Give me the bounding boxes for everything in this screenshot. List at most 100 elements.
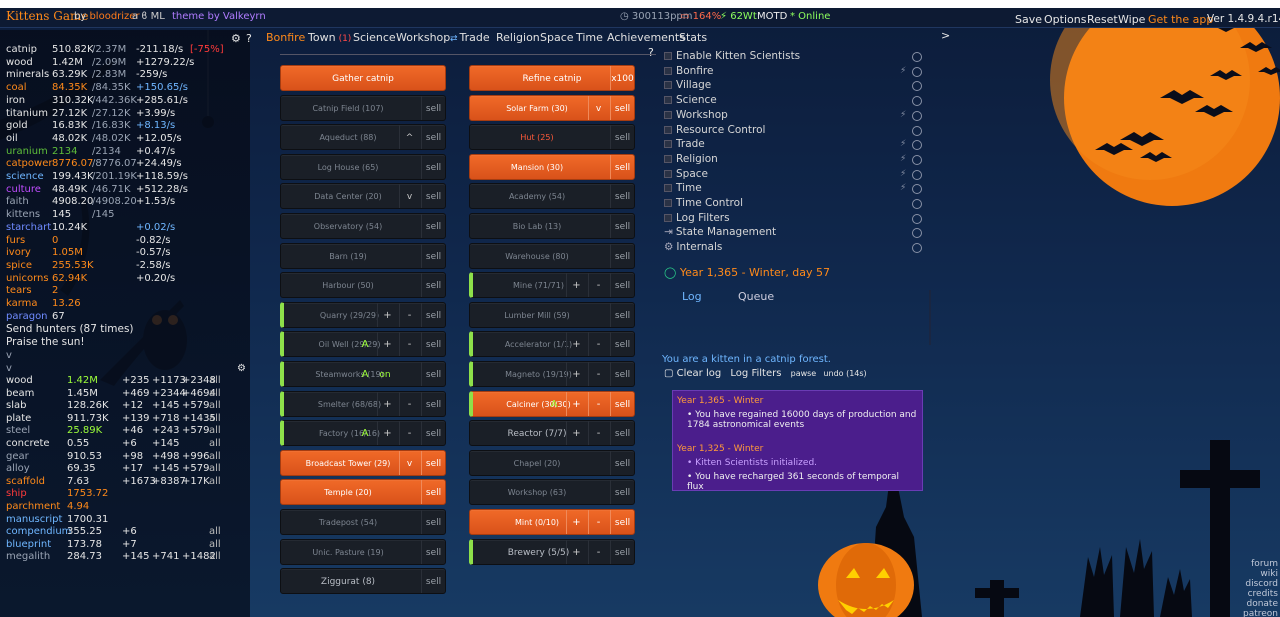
decrease-button[interactable]: - [588,332,608,357]
bolt-icon[interactable]: ⚡ [900,183,906,193]
sell-button[interactable]: sell [610,273,634,298]
sell-button[interactable]: sell [610,214,634,238]
expand-circle-icon[interactable] [912,213,922,224]
expand-toggle[interactable]: v [6,350,12,362]
side-link-credits[interactable]: credits [1243,589,1278,599]
upgrade-caret-icon[interactable]: ^ [399,125,419,150]
craft-all[interactable]: all [209,400,221,411]
craft-b[interactable]: +1173 [152,375,186,386]
sell-button[interactable]: sell [421,243,445,268]
craft-b[interactable]: +145 [152,463,179,474]
ks-section-bonfire[interactable]: Bonfire [664,65,713,79]
craft-a[interactable]: +139 [122,413,149,424]
expand-circle-icon[interactable] [912,96,922,107]
building-button[interactable]: Catnip Field (107) sell [280,94,446,121]
checkbox[interactable] [664,52,672,60]
tab-time[interactable]: Time [576,31,603,44]
craft-all[interactable]: all [209,375,221,386]
help-icon[interactable]: ? [246,32,252,45]
decrease-button[interactable]: - [588,273,608,298]
sell-button[interactable]: sell [610,510,634,534]
dropdown-chevron-icon[interactable]: v [399,184,419,209]
side-link-donate[interactable]: donate [1243,599,1278,609]
increase-button[interactable]: + [566,539,586,564]
building-button[interactable]: Broadcast Tower (29) v sell [280,449,446,476]
craft-all[interactable]: all [209,476,221,487]
checkbox[interactable] [664,66,672,75]
refine-catnip-button[interactable]: Refine catnip x100 [469,65,635,91]
craft-b[interactable]: +741 [152,551,179,562]
tab-queue[interactable]: Queue [738,290,774,303]
tab-religion[interactable]: Religion [496,31,540,44]
building-button[interactable]: Barn (19) sell [280,242,446,269]
increase-button[interactable]: + [377,302,397,327]
craft-a[interactable]: +235 [122,375,149,386]
craft-all[interactable]: all [209,438,221,449]
dropdown-chevron-icon[interactable]: v [588,95,608,120]
craft-c[interactable]: +17K [182,476,210,487]
craft-all[interactable]: all [209,526,221,537]
expand-circle-icon[interactable] [912,66,922,77]
sell-button[interactable]: sell [421,332,445,357]
expand-circle-icon[interactable] [912,199,922,209]
bolt-icon[interactable]: ⚡ [900,139,906,149]
increase-button[interactable]: + [566,421,586,446]
increase-button[interactable]: + [377,391,397,416]
bolt-icon[interactable]: ⚡ [900,110,906,120]
undo-link[interactable]: undo (14s) [823,369,866,378]
bolt-icon[interactable]: ⚡ [900,154,906,164]
ks-section-religion[interactable]: Religion [664,153,718,167]
craft-all[interactable]: all [209,413,221,424]
theme-credit[interactable]: theme by Valkeyrn [172,11,266,22]
on-toggle[interactable]: on [375,362,395,386]
reset-link[interactable]: Reset [1087,13,1118,26]
sell-button[interactable]: sell [610,421,634,446]
tab-achievements[interactable]: Achievements [607,31,685,44]
dropdown-chevron-icon[interactable]: v [399,450,419,475]
refine-x100-button[interactable]: x100 [610,66,634,90]
expand-circle-icon[interactable] [912,52,922,62]
expand-circle-icon[interactable] [912,228,922,239]
expand-toggle[interactable]: v [6,363,12,375]
sell-button[interactable]: sell [421,569,445,594]
craft-a[interactable]: +6 [122,526,137,537]
increase-button[interactable]: + [566,332,586,357]
craft-a[interactable]: +469 [122,388,149,399]
side-link-discord[interactable]: discord [1243,579,1278,589]
side-link-forum[interactable]: forum [1243,559,1278,569]
craft-all[interactable]: all [209,388,221,399]
building-button[interactable]: Calciner (30/30) A + - sell [469,390,635,417]
tab-space[interactable]: Space [540,31,574,44]
tab-town[interactable]: Town (1) [308,31,351,44]
building-button[interactable]: Lumber Mill (59) sell [469,301,635,328]
get-app-link[interactable]: Get the app [1148,13,1213,26]
sell-button[interactable]: sell [421,154,445,179]
ks-section-village[interactable]: Village [664,79,711,93]
decrease-button[interactable]: - [588,391,608,416]
craft-b[interactable]: +243 [152,425,179,436]
sell-button[interactable]: sell [421,450,445,475]
expand-circle-icon[interactable] [912,243,922,254]
craft-a[interactable]: +6 [122,438,137,449]
checkbox[interactable] [664,184,672,193]
sell-button[interactable]: sell [610,450,634,475]
building-button[interactable]: Steamworks (19) Aon sell [280,361,446,387]
decrease-button[interactable]: - [588,421,608,446]
checkbox[interactable] [664,125,672,134]
ks-section-workshop[interactable]: Workshop [664,109,728,123]
tab-stats[interactable]: Stats [679,31,707,44]
building-button[interactable]: Oil Well (29/29) A + - sell [280,331,446,358]
craft-a[interactable]: +98 [122,451,143,462]
side-link-wiki[interactable]: wiki [1243,569,1278,579]
sell-button[interactable]: sell [610,184,634,209]
craft-a[interactable]: +17 [122,463,143,474]
building-button[interactable]: Mine (71/71) + - sell [469,272,635,299]
increase-button[interactable]: + [377,332,397,357]
tab-workshop[interactable]: Workshop [396,31,450,44]
craft-a[interactable]: +7 [122,539,137,550]
sell-button[interactable]: sell [421,510,445,534]
building-button[interactable]: Temple (20) sell [280,479,446,506]
ks-section-time-control[interactable]: Time Control [664,197,743,211]
sell-button[interactable]: sell [421,273,445,298]
decrease-button[interactable]: - [588,539,608,564]
